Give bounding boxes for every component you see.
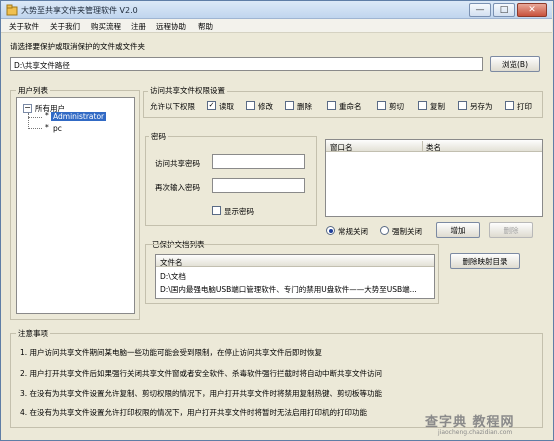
menu-purchase[interactable]: 购买流程 — [91, 21, 121, 32]
browse-button[interactable]: 浏览(B) — [490, 56, 540, 72]
permission-print-label: 打印 — [517, 102, 532, 111]
permission-rename-checkbox[interactable] — [327, 101, 336, 110]
confirm-password-input[interactable] — [212, 178, 305, 193]
note-item: 2. 用户打开共享文件后如果强行关闭共享文件窗或者安全软件、杀毒软件强行拦截时将… — [20, 369, 383, 378]
column-divider — [422, 141, 423, 151]
minimize-icon: — — [475, 5, 485, 15]
permission-copy-checkbox[interactable] — [418, 101, 427, 110]
menu-about-software[interactable]: 关于软件 — [9, 21, 39, 32]
force-close-radio[interactable] — [380, 226, 389, 235]
menu-remote-help[interactable]: 远程协助 — [156, 21, 186, 32]
maximize-icon: □ — [499, 5, 509, 15]
column-file-name[interactable]: 文件名 — [160, 257, 183, 268]
close-button[interactable]: ✕ — [517, 3, 547, 17]
list-item[interactable]: D:\文档 — [160, 271, 186, 282]
watermark-text: 查字典 教程网 — [425, 415, 515, 430]
protected-file-list[interactable]: 文件名 D:\文档 D:\国内最强电脑USB端口管理软件、专门的禁用U盘软件——… — [155, 254, 435, 299]
maximize-button[interactable]: □ — [493, 3, 515, 17]
confirm-password-label: 再次输入密码 — [155, 183, 200, 192]
tree-item-administrator[interactable]: Administrator — [51, 112, 107, 121]
permission-print-checkbox[interactable] — [505, 101, 514, 110]
notes-title: 注意事项 — [16, 328, 50, 339]
path-value: D:\共享文件路径 — [14, 61, 70, 70]
permission-read-label: 读取 — [219, 102, 234, 111]
menu-about-us[interactable]: 关于我们 — [50, 21, 80, 32]
permission-read-checkbox[interactable]: ✓ — [207, 101, 216, 110]
permission-cut-label: 剪切 — [389, 102, 404, 111]
delete-button[interactable]: 删除 — [489, 222, 533, 238]
show-password-checkbox[interactable] — [212, 206, 221, 215]
normal-close-radio[interactable] — [326, 226, 335, 235]
permission-delete-label: 删除 — [297, 102, 312, 111]
remove-mapped-dir-button[interactable]: 删除映射目录 — [450, 253, 520, 269]
permission-modify-label: 修改 — [258, 102, 273, 111]
permission-modify-checkbox[interactable] — [246, 101, 255, 110]
permissions-title: 访问共享文件权限设置 — [148, 85, 227, 96]
note-item: 1. 用户访问共享文件期间某电脑一些功能可能会受到限制，在停止访问共享文件后即时… — [20, 348, 323, 357]
normal-close-label: 常规关闭 — [338, 227, 368, 236]
show-password-label: 显示密码 — [224, 207, 254, 216]
note-item: 4. 在没有为共享文件设置允许打印权限的情况下，用户打开共享文件时将暂时无法启用… — [20, 408, 368, 417]
check-icon: ✓ — [208, 101, 215, 109]
permission-saveas-checkbox[interactable] — [458, 101, 467, 110]
tree-connector — [28, 117, 42, 118]
permission-delete-checkbox[interactable] — [285, 101, 294, 110]
permission-copy-label: 复制 — [430, 102, 445, 111]
close-icon: ✕ — [528, 5, 536, 15]
app-icon — [6, 4, 18, 16]
title-bar: 大势至共享文件夹管理软件 V2.0 — □ ✕ — [1, 1, 552, 19]
user-marker: * — [45, 123, 49, 132]
expander-icon[interactable]: − — [23, 104, 32, 113]
access-password-input[interactable] — [212, 154, 305, 169]
permission-rename-label: 重命名 — [339, 102, 362, 111]
force-close-label: 强制关闭 — [392, 227, 422, 236]
permission-saveas-label: 另存为 — [470, 102, 493, 111]
menu-help[interactable]: 帮助 — [198, 21, 213, 32]
protected-list-header: 文件名 — [156, 255, 434, 267]
column-window-name[interactable]: 窗口名 — [330, 142, 353, 153]
user-list-title: 用户列表 — [16, 85, 50, 96]
list-item[interactable]: D:\国内最强电脑USB端口管理软件、专门的禁用U盘软件——大势至USB端... — [160, 284, 432, 295]
process-table-header: 窗口名 类名 — [326, 140, 542, 152]
menu-bar: 关于软件 关于我们 购买流程 注册 远程协助 帮助 — [1, 19, 552, 33]
tree-connector — [28, 128, 42, 129]
note-item: 3. 在没有为共享文件设置允许复制、剪切权限的情况下，用户打开共享文件时将禁用复… — [20, 389, 383, 398]
add-button[interactable]: 增加 — [436, 222, 480, 238]
permissions-intro: 允许以下权限 — [150, 102, 195, 111]
window-title: 大势至共享文件夹管理软件 V2.0 — [21, 6, 138, 15]
menu-register[interactable]: 注册 — [131, 21, 146, 32]
watermark-url: jiaocheng.chazidian.com — [438, 429, 513, 436]
path-input[interactable]: D:\共享文件路径 — [10, 57, 483, 71]
password-title: 密码 — [149, 131, 168, 142]
user-tree[interactable]: − 所有用户 * Administrator * pc — [16, 97, 135, 314]
column-class-name[interactable]: 类名 — [426, 142, 441, 153]
user-marker: * — [45, 111, 49, 120]
process-table[interactable]: 窗口名 类名 — [325, 139, 543, 217]
minimize-button[interactable]: — — [469, 3, 491, 17]
folder-prompt: 请选择要保护或取消保护的文件或文件夹 — [10, 42, 145, 51]
access-password-label: 访问共享密码 — [155, 159, 200, 168]
permission-cut-checkbox[interactable] — [377, 101, 386, 110]
tree-connector — [28, 113, 29, 129]
tree-item-pc[interactable]: pc — [53, 124, 62, 133]
